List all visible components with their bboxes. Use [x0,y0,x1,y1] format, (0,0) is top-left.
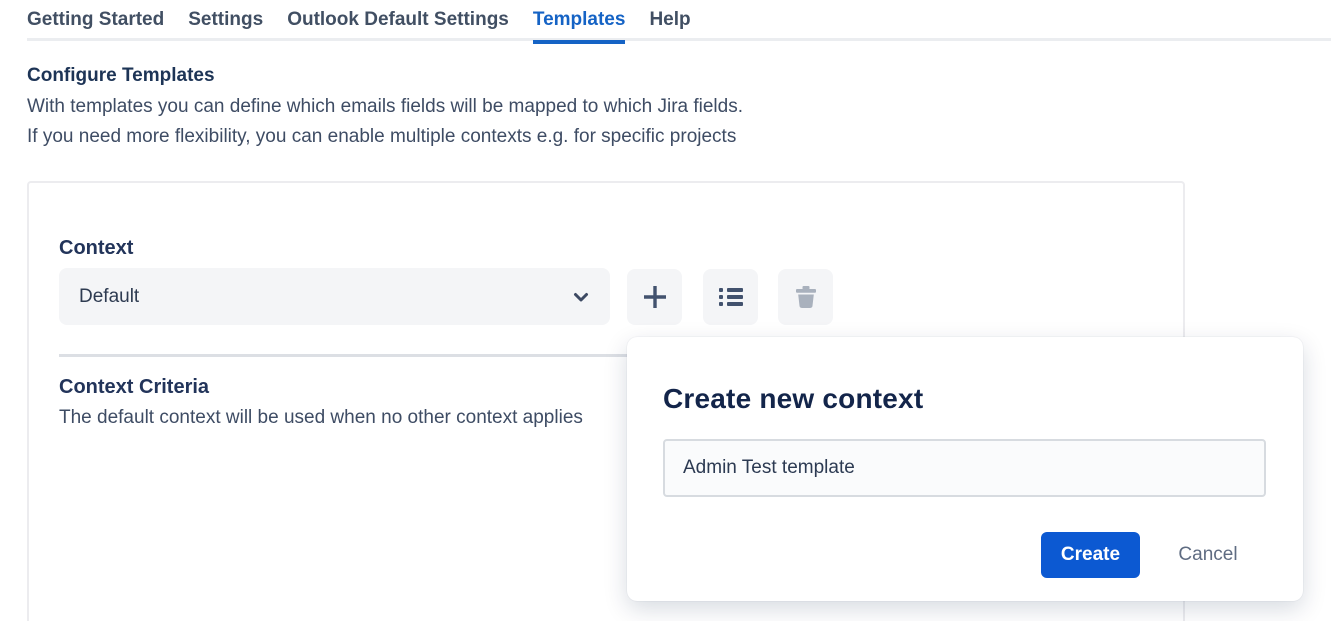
tab-templates[interactable]: Templates [533,0,626,41]
tab-bar: Getting Started Settings Outlook Default… [27,0,1331,41]
create-context-dialog: Create new context Create Cancel [627,337,1303,601]
delete-context-button[interactable] [778,269,833,325]
list-contexts-button[interactable] [703,269,758,325]
create-button[interactable]: Create [1041,532,1140,578]
page-description-line1: With templates you can define which emai… [27,96,743,118]
list-icon [718,285,744,309]
add-context-button[interactable] [627,269,682,325]
context-criteria-heading: Context Criteria [59,376,209,399]
chevron-down-icon [572,288,590,306]
context-name-input[interactable] [663,439,1266,497]
tab-help[interactable]: Help [649,0,690,41]
tab-getting-started[interactable]: Getting Started [27,0,164,41]
context-heading: Context [59,237,133,260]
dialog-title: Create new context [663,383,923,415]
plus-icon [640,282,670,312]
trash-icon [792,283,820,311]
page-title: Configure Templates [27,65,215,87]
page-description-line2: If you need more flexibility, you can en… [27,126,736,148]
context-criteria-description: The default context will be used when no… [59,407,631,429]
context-select-value: Default [79,286,139,308]
tab-outlook-default-settings[interactable]: Outlook Default Settings [287,0,509,41]
context-select[interactable]: Default [59,268,610,325]
cancel-button[interactable]: Cancel [1170,532,1246,578]
tab-settings[interactable]: Settings [188,0,263,41]
